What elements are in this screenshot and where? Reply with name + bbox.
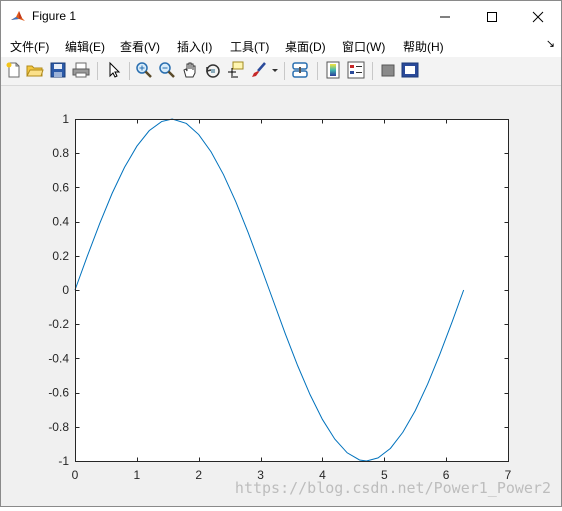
colorbar-icon[interactable] xyxy=(324,61,342,79)
minimize-icon xyxy=(440,16,450,17)
y-tick-label: 0.2 xyxy=(52,249,69,263)
axes-background[interactable] xyxy=(75,119,508,461)
menu-desktop[interactable]: 桌面(D) xyxy=(285,38,326,55)
y-tick-label: -1 xyxy=(58,454,69,468)
y-tick-label: 1 xyxy=(62,112,69,126)
y-tick-label: -0.2 xyxy=(48,317,69,331)
data-cursor-icon[interactable] xyxy=(227,61,245,79)
link-plot-icon[interactable] xyxy=(291,61,309,79)
toolbar-separator xyxy=(129,62,130,80)
legend-icon[interactable] xyxy=(347,61,365,79)
maximize-icon xyxy=(487,11,497,22)
toolbar-separator xyxy=(284,62,285,80)
y-tick-label: 0.4 xyxy=(52,215,69,229)
figure-toolbar xyxy=(1,57,561,86)
y-tick-label: -0.8 xyxy=(48,420,69,434)
x-tick-label: 0 xyxy=(72,468,79,482)
y-axis-tick-labels: -1 -0.8 -0.6 -0.4 -0.2 0 0.2 0.4 0.6 0.8 1 xyxy=(48,112,69,468)
y-tick-label: -0.6 xyxy=(48,386,69,400)
menu-window[interactable]: 窗口(W) xyxy=(342,38,385,55)
menu-tools[interactable]: 工具(T) xyxy=(230,38,269,55)
rotate-3d-icon[interactable] xyxy=(204,61,222,79)
watermark-text: https://blog.csdn.net/Power1_Power2 xyxy=(234,479,551,497)
menu-bar: 文件(F) 编辑(E) 查看(V) 插入(I) 工具(T) 桌面(D) 窗口(W… xyxy=(1,32,561,57)
edit-plot-arrow-icon[interactable] xyxy=(105,61,123,79)
zoom-in-icon[interactable] xyxy=(135,61,153,79)
zoom-out-icon[interactable] xyxy=(158,61,176,79)
figure-canvas[interactable]: 01234567 -1 -0.8 -0.6 -0.4 -0.2 0 0.2 0.4 0.6 0.8… xyxy=(1,86,561,506)
pan-hand-icon[interactable] xyxy=(181,61,199,79)
toolbar-separator xyxy=(97,62,98,80)
toolbar-separator xyxy=(372,62,373,80)
window-title: Figure 1 xyxy=(32,9,77,23)
menu-edit[interactable]: 编辑(E) xyxy=(65,38,105,55)
brush-dropdown-arrow-icon[interactable] xyxy=(270,61,280,79)
print-icon[interactable] xyxy=(72,61,90,79)
menu-help[interactable]: 帮助(H) xyxy=(403,38,444,55)
menu-dock-arrow-icon[interactable]: ↘ xyxy=(546,37,555,50)
x-tick-label: 1 xyxy=(134,468,141,482)
y-tick-label: 0.8 xyxy=(52,146,69,160)
hide-plot-tools-icon[interactable] xyxy=(379,61,397,79)
matlab-logo-icon xyxy=(10,9,26,25)
maximize-button[interactable] xyxy=(469,1,515,32)
save-icon[interactable] xyxy=(49,61,67,79)
minimize-button[interactable] xyxy=(422,1,468,32)
open-file-icon[interactable] xyxy=(26,61,44,79)
menu-insert[interactable]: 插入(I) xyxy=(177,38,212,55)
new-figure-icon[interactable] xyxy=(5,61,23,79)
menu-view[interactable]: 查看(V) xyxy=(120,38,160,55)
menu-file[interactable]: 文件(F) xyxy=(10,38,49,55)
x-tick-label: 2 xyxy=(195,468,202,482)
y-tick-label: 0 xyxy=(62,283,69,297)
title-bar[interactable]: Figure 1 xyxy=(1,1,561,32)
y-tick-label: 0.6 xyxy=(52,180,69,194)
close-button[interactable] xyxy=(515,1,561,32)
line-chart[interactable]: 01234567 -1-0.8-0.6-0.4-0.200.20.40.60.8… xyxy=(1,86,561,506)
brush-icon[interactable] xyxy=(250,61,268,79)
toolbar-separator xyxy=(317,62,318,80)
figure-window: Figure 1 文件(F) 编辑(E) 查看(V) 插入(I) 工具(T) 桌… xyxy=(0,0,562,507)
close-icon xyxy=(532,11,544,22)
show-plot-tools-icon[interactable] xyxy=(401,61,419,79)
y-tick-label: -0.4 xyxy=(48,351,69,365)
